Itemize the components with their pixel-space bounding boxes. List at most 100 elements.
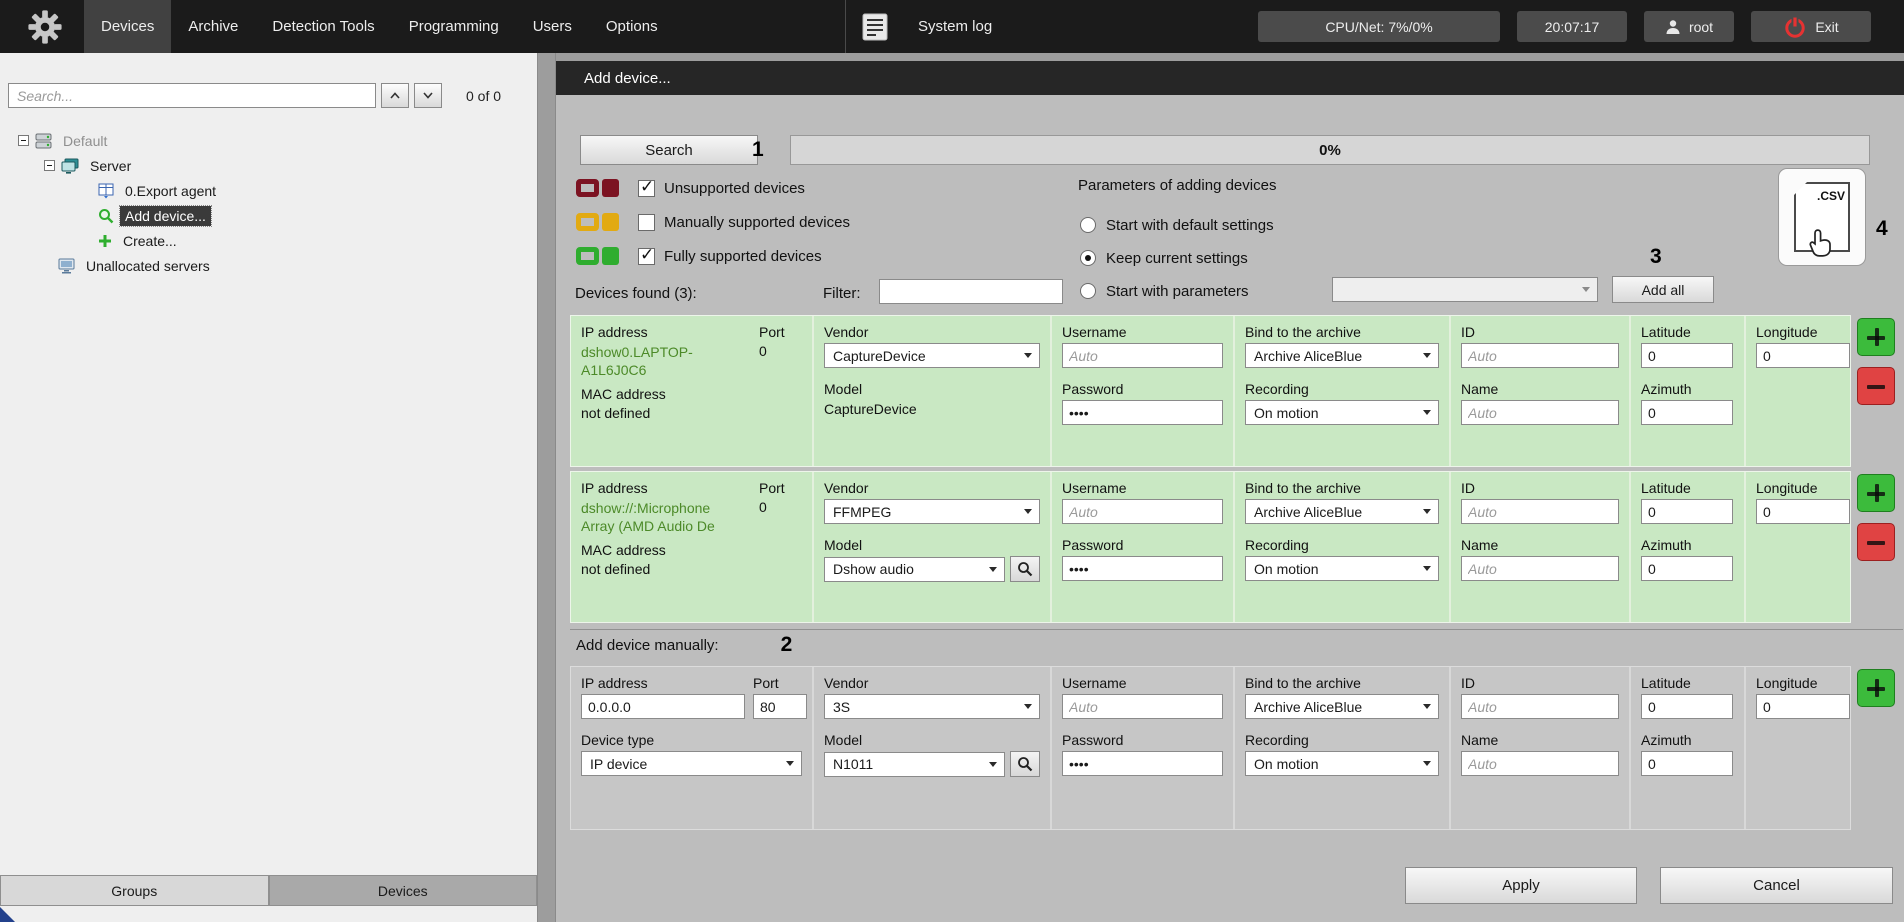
settings-gear-button[interactable] <box>26 8 64 46</box>
system-log-button[interactable]: System log <box>845 0 992 53</box>
latitude-input[interactable] <box>1641 343 1733 368</box>
tab-detection-tools[interactable]: Detection Tools <box>255 0 391 53</box>
exit-button[interactable]: Exit <box>1751 11 1871 42</box>
longitude-label: Longitude <box>1756 675 1842 691</box>
model-select[interactable]: N1011 <box>824 752 1005 777</box>
fully-supported-devices-checkbox[interactable] <box>638 248 655 265</box>
latitude-input[interactable] <box>1641 694 1733 719</box>
option-default-settings[interactable]: Start with default settings <box>1080 213 1274 237</box>
recording-select[interactable]: On motion <box>1245 400 1439 425</box>
radio-button[interactable] <box>1080 283 1096 299</box>
vendor-select[interactable]: FFMPEG <box>824 499 1040 524</box>
id-label: ID <box>1461 480 1619 496</box>
tab-programming[interactable]: Programming <box>392 0 516 53</box>
collapse-toggle[interactable] <box>18 135 29 146</box>
azimuth-input[interactable] <box>1641 400 1733 425</box>
parameters-preset-select[interactable] <box>1332 277 1598 302</box>
add-found-device-button[interactable] <box>1857 474 1895 512</box>
password-input[interactable] <box>1062 751 1223 776</box>
name-input[interactable] <box>1461 400 1619 425</box>
tab-users[interactable]: Users <box>516 0 589 53</box>
longitude-input[interactable] <box>1756 694 1850 719</box>
devices-tab[interactable]: Devices <box>269 875 538 906</box>
recording-select[interactable]: On motion <box>1245 751 1439 776</box>
name-input[interactable] <box>1461 751 1619 776</box>
credentials-cell: Username Password <box>1052 316 1235 466</box>
mac-address-value: not defined <box>581 405 802 421</box>
tree-item-default[interactable]: Default <box>0 128 537 153</box>
model-search-button[interactable] <box>1010 751 1040 777</box>
chevron-down-icon <box>1423 353 1431 358</box>
device-tree: Default Server 0.Export agent <box>0 128 537 278</box>
groups-tab[interactable]: Groups <box>0 875 269 906</box>
magnifier-icon <box>1017 561 1033 577</box>
add-found-device-button[interactable] <box>1857 318 1895 356</box>
remove-found-device-button[interactable] <box>1857 523 1895 561</box>
manually-supported-device-icon <box>576 213 626 231</box>
longitude-input[interactable] <box>1756 343 1850 368</box>
annotation-4: 4 <box>1876 217 1888 241</box>
id-input[interactable] <box>1461 694 1619 719</box>
collapse-toggle[interactable] <box>44 160 55 171</box>
search-next-button[interactable] <box>414 83 442 108</box>
port-input[interactable] <box>753 694 807 719</box>
ip-address-input[interactable] <box>581 694 745 719</box>
apply-button[interactable]: Apply <box>1405 867 1637 904</box>
archive-label: Bind to the archive <box>1245 480 1439 496</box>
archive-select[interactable]: Archive AliceBlue <box>1245 499 1439 524</box>
model-search-button[interactable] <box>1010 556 1040 582</box>
tab-devices[interactable]: Devices <box>84 0 171 53</box>
option-start-with-parameters[interactable]: Start with parameters <box>1080 279 1249 303</box>
remove-found-device-button[interactable] <box>1857 367 1895 405</box>
id-input[interactable] <box>1461 499 1619 524</box>
vendor-select[interactable]: CaptureDevice <box>824 343 1040 368</box>
add-all-button[interactable]: Add all <box>1612 276 1714 303</box>
azimuth-input[interactable] <box>1641 751 1733 776</box>
annotation-2: 2 <box>781 633 793 657</box>
tree-item-create[interactable]: Create... <box>0 228 537 253</box>
tree-search-input[interactable] <box>8 83 376 108</box>
devices-filter-input[interactable] <box>879 279 1063 304</box>
parameters-title: Parameters of adding devices <box>1078 177 1276 194</box>
name-input[interactable] <box>1461 556 1619 581</box>
add-manual-device-button[interactable] <box>1857 669 1895 707</box>
unsupported-devices-checkbox[interactable] <box>638 180 655 197</box>
latitude-input[interactable] <box>1641 499 1733 524</box>
option-keep-current-settings[interactable]: Keep current settings <box>1080 246 1248 270</box>
cancel-button[interactable]: Cancel <box>1660 867 1893 904</box>
archive-select[interactable]: Archive AliceBlue <box>1245 694 1439 719</box>
tree-item-export-agent[interactable]: 0.Export agent <box>0 178 537 203</box>
recording-select[interactable]: On motion <box>1245 556 1439 581</box>
azimuth-input[interactable] <box>1641 556 1733 581</box>
current-user-button[interactable]: root <box>1644 11 1734 42</box>
username-input[interactable] <box>1062 499 1223 524</box>
radio-button[interactable] <box>1080 250 1096 266</box>
ip-address-label: IP address <box>581 675 745 691</box>
tab-options[interactable]: Options <box>589 0 675 53</box>
panel-title-bar: Add device... <box>556 61 1904 95</box>
username-input[interactable] <box>1062 343 1223 368</box>
page-title: Add device... <box>584 70 671 87</box>
manually-supported-devices-checkbox[interactable] <box>638 214 655 231</box>
username-input[interactable] <box>1062 694 1223 719</box>
longitude-cell: Longitude <box>1746 316 1852 466</box>
search-prev-button[interactable] <box>381 83 409 108</box>
panel-splitter[interactable] <box>537 53 556 922</box>
hand-cursor-icon <box>1808 228 1834 258</box>
tree-item-unallocated-servers[interactable]: Unallocated servers <box>0 253 537 278</box>
tab-archive[interactable]: Archive <box>171 0 255 53</box>
csv-import-button[interactable]: .CSV <box>1778 168 1866 266</box>
archive-select[interactable]: Archive AliceBlue <box>1245 343 1439 368</box>
identity-cell: ID Name <box>1451 472 1631 622</box>
tree-item-add-device[interactable]: Add device... <box>0 203 537 228</box>
longitude-input[interactable] <box>1756 499 1850 524</box>
id-input[interactable] <box>1461 343 1619 368</box>
radio-button[interactable] <box>1080 217 1096 233</box>
password-input[interactable] <box>1062 556 1223 581</box>
vendor-select[interactable]: 3S <box>824 694 1040 719</box>
device-search-button[interactable]: Search <box>580 135 758 165</box>
model-select[interactable]: Dshow audio <box>824 557 1005 582</box>
device-type-select[interactable]: IP device <box>581 751 802 776</box>
password-input[interactable] <box>1062 400 1223 425</box>
tree-item-server[interactable]: Server <box>0 153 537 178</box>
